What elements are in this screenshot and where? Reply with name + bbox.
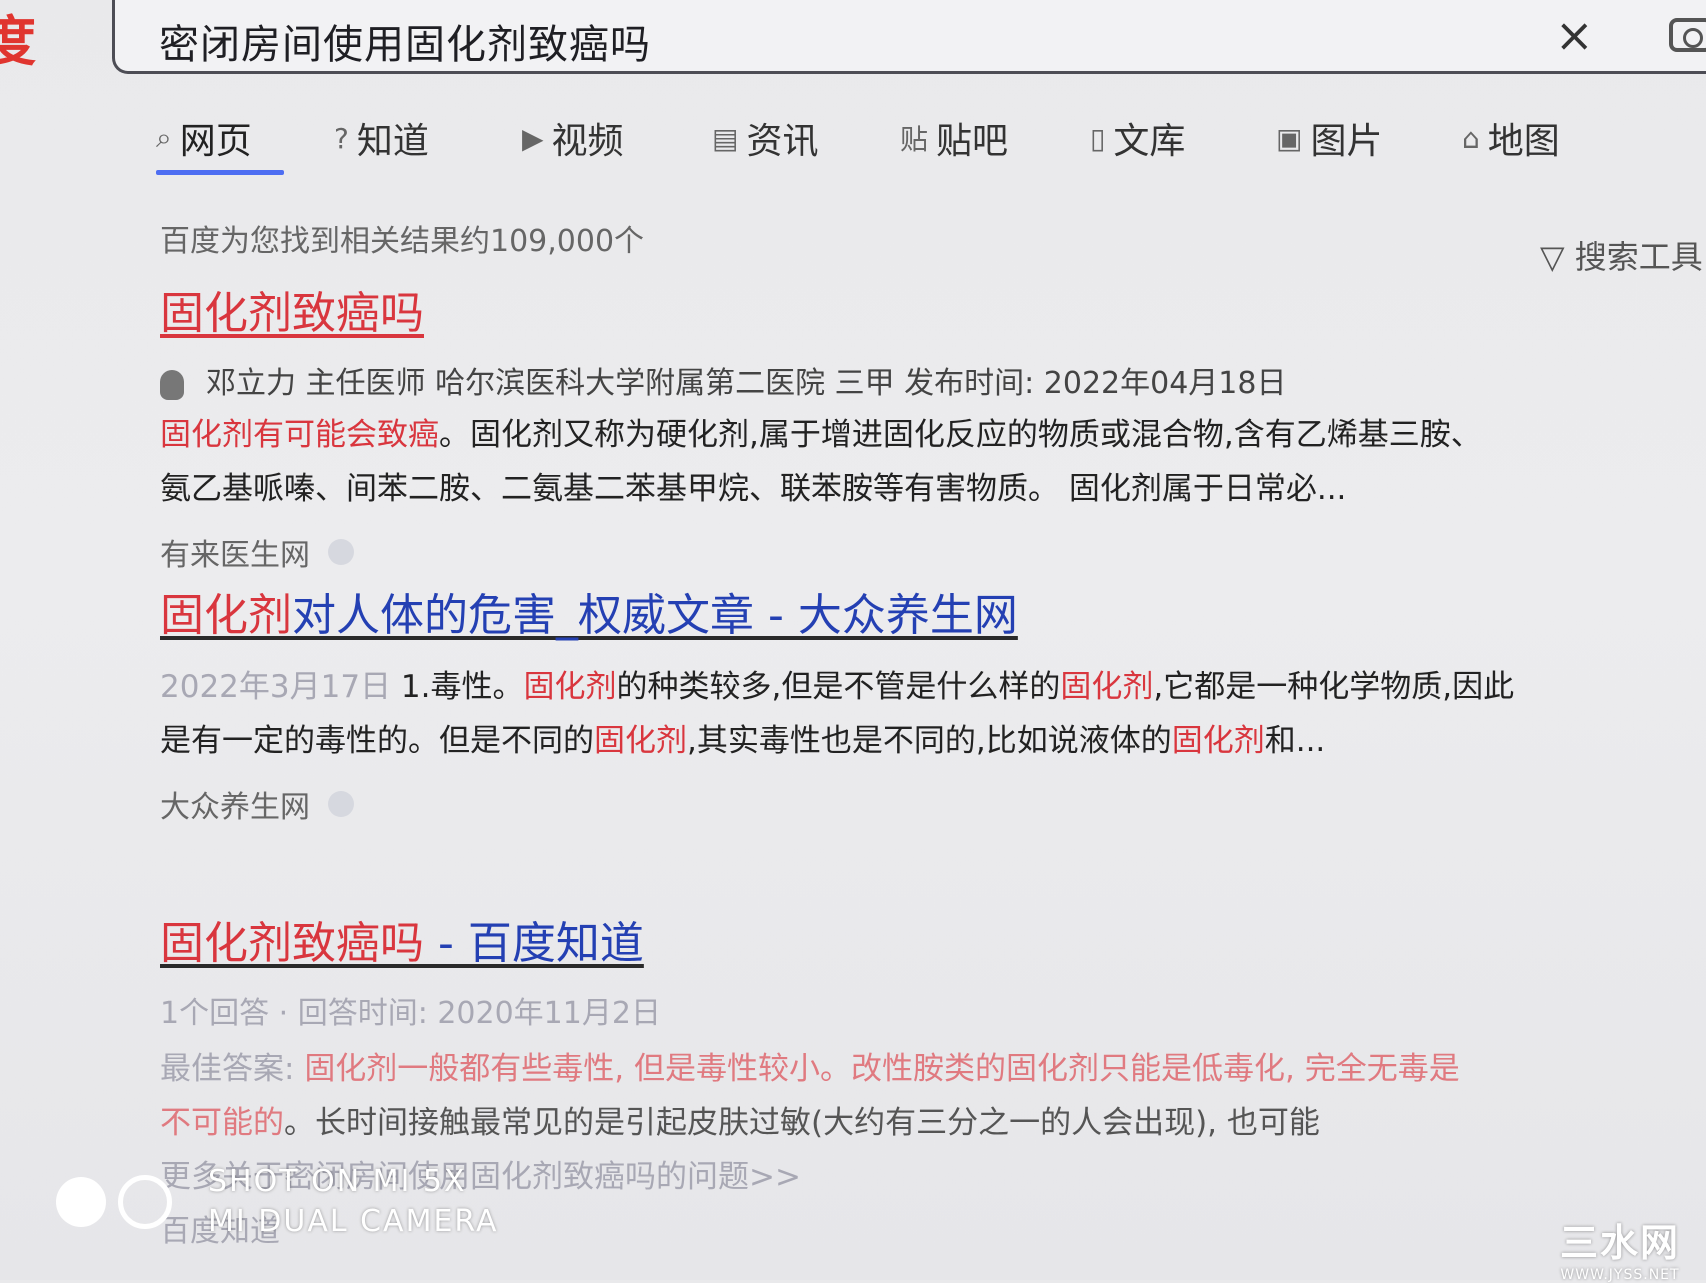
highlight-text: 不可能的	[160, 1105, 284, 1141]
abstract-text: 1.毒性。	[391, 669, 524, 705]
abstract-text: 。长时间接触最常见的是引起皮肤过敏(大约有三分之一的人会出现), 也可能	[284, 1105, 1320, 1141]
abstract-text: 氨乙基哌嗪、间苯二胺、二氨基二苯基甲烷、联苯胺等有害物质。 固化剂属于日常必..…	[160, 471, 1347, 507]
verified-icon	[328, 539, 354, 565]
camera-watermark: SHOT ON MI 5X MI DUAL CAMERA	[56, 1162, 499, 1242]
answer-meta: 1个回答 · 回答时间: 2020年11月2日	[160, 996, 661, 1031]
best-answer: 最佳答案: 固化剂一般都有些毒性, 但是毒性较小。改性胺类的固化剂只能是低毒化,…	[160, 1042, 1700, 1150]
tab-label: 图片	[1310, 121, 1383, 162]
tab-label: 网页	[179, 121, 252, 162]
tab-news[interactable]: ▤ 资讯	[712, 112, 818, 164]
watermark-line-1: SHOT ON MI 5X	[208, 1164, 467, 1199]
result-title-link[interactable]: 固化剂致癌吗	[160, 286, 1700, 342]
highlight-text: 固化剂	[594, 723, 687, 759]
abstract-text: 。固化剂又称为硬化剂,属于增进固化反应的物质或混合物,含有乙烯基三胺、	[439, 417, 1482, 453]
tab-tieba[interactable]: 贴 贴吧	[900, 112, 1008, 164]
abstract-text: 的种类较多,但是不管是什么样的	[616, 669, 1061, 705]
tab-video[interactable]: ▶ 视频	[522, 112, 624, 164]
tab-web[interactable]: ⌕ 网页	[156, 112, 252, 164]
close-icon[interactable]: ×	[1555, 12, 1594, 58]
doctor-info: 邓立力 主任医师 哈尔滨医科大学附属第二医院 三甲 发布时间: 2022年04月…	[206, 366, 1287, 401]
tab-label: 贴吧	[936, 121, 1009, 162]
result-title-link[interactable]: 固化剂对人体的危害_权威文章 - 大众养生网	[160, 588, 1700, 644]
abstract-text: ,其实毒性也是不同的,比如说液体的	[687, 723, 1172, 759]
search-input[interactable]: 密闭房间使用固化剂致癌吗	[159, 12, 651, 70]
tab-images[interactable]: ▣ 图片	[1276, 112, 1382, 164]
dual-camera-ring-icon	[118, 1175, 172, 1229]
tieba-icon: 贴	[900, 123, 929, 156]
result-abstract: 固化剂有可能会致癌。固化剂又称为硬化剂,属于增进固化反应的物质或混合物,含有乙烯…	[160, 408, 1700, 516]
site-watermark: 三水网 WWW.JYSS.NET	[1560, 1212, 1680, 1283]
result-date: 2022年3月17日	[160, 669, 392, 705]
site-name: 三水网	[1560, 1221, 1681, 1265]
abstract-text: 是有一定的毒性的。但是不同的	[160, 723, 594, 759]
filter-icon: ▽	[1540, 238, 1565, 276]
tab-label: 知道	[356, 121, 429, 162]
highlight-text: 固化剂	[1060, 669, 1154, 705]
result-meta: 邓立力 主任医师 哈尔滨医科大学附属第二医院 三甲 发布时间: 2022年04月…	[160, 358, 1700, 402]
title-keyword: 固化剂致癌吗	[160, 918, 424, 969]
title-text: - 百度知道	[424, 918, 644, 969]
verified-icon	[328, 791, 354, 817]
watermark-text: SHOT ON MI 5X MI DUAL CAMERA	[208, 1162, 499, 1242]
question-icon: ?	[334, 121, 349, 155]
result-source[interactable]: 有来医生网	[160, 530, 1700, 574]
highlight-text: 固化剂	[523, 669, 617, 705]
abstract-text: 和...	[1264, 723, 1326, 759]
highlight-text: 固化剂	[1171, 723, 1265, 759]
doc-icon: ▯	[1090, 121, 1106, 155]
tab-wenku[interactable]: ▯ 文库	[1090, 112, 1185, 164]
search-tools-button[interactable]: ▽ 搜索工具	[1540, 232, 1703, 278]
search-result-1: 固化剂致癌吗 邓立力 主任医师 哈尔滨医科大学附属第二医院 三甲 发布时间: 2…	[160, 286, 1700, 574]
result-count: 百度为您找到相关结果约109,000个	[160, 224, 645, 259]
result-abstract: 2022年3月17日 1.毒性。固化剂的种类较多,但是不管是什么样的固化剂,它都…	[160, 660, 1700, 768]
camera-icon[interactable]	[1669, 18, 1706, 52]
tab-label: 资讯	[746, 121, 819, 162]
site-url: WWW.JYSS.NET	[1560, 1267, 1680, 1283]
result-source[interactable]: 大众养生网	[160, 782, 1700, 826]
tab-map[interactable]: ⌂ 地图	[1462, 112, 1560, 164]
dual-camera-dot-icon	[56, 1177, 106, 1227]
title-keyword: 固化剂	[160, 590, 292, 641]
image-icon: ▣	[1276, 121, 1303, 155]
tab-label: 视频	[551, 121, 624, 162]
active-tab-underline	[156, 170, 284, 175]
result-title-link[interactable]: 固化剂致癌吗 - 百度知道	[160, 916, 1700, 972]
search-icon: ⌕	[156, 121, 172, 154]
highlight-text: 固化剂有可能会致癌	[160, 417, 439, 453]
baidu-logo[interactable]: 度	[0, 12, 72, 72]
watermark-line-2: MI DUAL CAMERA	[208, 1204, 499, 1239]
source-name: 有来医生网	[160, 538, 310, 573]
search-tools-label: 搜索工具	[1574, 238, 1703, 276]
doctor-avatar-icon	[160, 369, 184, 400]
search-result-2: 固化剂对人体的危害_权威文章 - 大众养生网 2022年3月17日 1.毒性。固…	[160, 588, 1700, 826]
search-box[interactable]: 密闭房间使用固化剂致癌吗 ×	[112, 0, 1706, 74]
tab-label: 地图	[1487, 121, 1560, 162]
map-icon: ⌂	[1462, 121, 1480, 155]
tab-label: 文库	[1113, 121, 1186, 162]
source-name: 大众养生网	[160, 790, 310, 825]
video-icon: ▶	[522, 121, 544, 155]
tab-zhidao[interactable]: ? 知道	[334, 112, 429, 164]
best-answer-label: 最佳答案:	[160, 1051, 305, 1087]
news-icon: ▤	[712, 121, 739, 155]
highlight-text: 固化剂一般都有些毒性, 但是毒性较小。改性胺类的固化剂只能是低毒化, 完全无毒是	[304, 1051, 1460, 1087]
title-text: 对人体的危害_权威文章 - 大众养生网	[292, 590, 1018, 641]
abstract-text: ,它都是一种化学物质,因此	[1153, 669, 1515, 705]
